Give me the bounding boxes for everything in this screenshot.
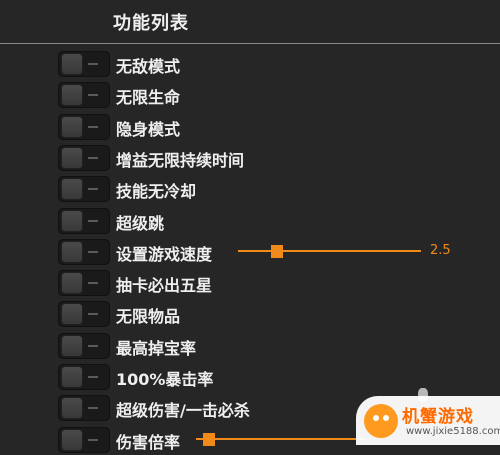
watermark-title: 机蟹游戏 <box>402 407 474 427</box>
feature-label: 设置游戏速度 <box>116 244 213 264</box>
feature-label: 超级伤害/一击必杀 <box>116 401 250 421</box>
feature-toggle[interactable] <box>58 426 110 453</box>
feature-row: 最高掉宝率 <box>0 330 500 361</box>
toggle-off-indicator-icon <box>88 438 98 441</box>
toggle-knob <box>62 147 82 168</box>
page-title: 功能列表 <box>113 13 189 34</box>
feature-toggle[interactable] <box>58 395 110 422</box>
toggle-off-indicator-icon <box>88 282 98 285</box>
feature-label: 最高掉宝率 <box>116 338 197 358</box>
toggle-off-indicator-icon <box>88 250 98 253</box>
toggle-knob <box>62 116 82 137</box>
toggle-knob <box>62 398 82 419</box>
toggle-knob <box>62 241 82 262</box>
toggle-off-indicator-icon <box>88 376 98 378</box>
feature-label: 100%暴击率 <box>116 370 214 389</box>
feature-label: 无限物品 <box>116 307 181 327</box>
header: 功能列表 <box>0 0 500 44</box>
feature-toggle[interactable] <box>58 51 110 77</box>
feature-label: 无限生命 <box>116 88 181 108</box>
crab-mascot-icon <box>364 404 398 438</box>
feature-label: 增益无限持续时间 <box>116 150 245 170</box>
toggle-knob <box>62 273 82 294</box>
toggle-off-indicator-icon <box>88 188 98 191</box>
feature-toggle[interactable] <box>58 364 110 390</box>
slider-thumb[interactable] <box>270 244 283 258</box>
toggle-knob <box>62 304 82 325</box>
watermark: 机蟹游戏 www.jixie5188.com <box>356 396 500 445</box>
toggle-off-indicator-icon <box>88 94 98 97</box>
feature-row: 抽卡必出五星 <box>0 267 500 298</box>
feature-row: 无限生命 <box>0 79 500 110</box>
feature-toggle[interactable] <box>58 207 110 234</box>
toggle-off-indicator-icon <box>88 156 98 159</box>
feature-row: 增益无限持续时间 <box>0 142 500 173</box>
toggle-off-indicator-icon <box>88 219 98 222</box>
toggle-knob <box>62 210 82 231</box>
slider-value: 2.5 <box>430 242 451 258</box>
toggle-knob <box>62 429 82 450</box>
feature-row: 设置游戏速度 2.5 <box>0 236 500 267</box>
toggle-knob <box>62 367 82 387</box>
feature-row: 无敌模式 <box>0 48 500 79</box>
toggle-off-indicator-icon <box>88 63 98 65</box>
feature-label: 伤害倍率 <box>116 432 181 452</box>
toggle-off-indicator-icon <box>88 125 98 128</box>
slider-thumb[interactable] <box>202 432 215 446</box>
toggle-knob <box>62 54 82 74</box>
toggle-knob <box>62 179 82 200</box>
feature-toggle[interactable] <box>58 332 110 359</box>
toggle-knob <box>62 335 82 356</box>
feature-toggle[interactable] <box>58 270 110 297</box>
feature-row: 无限物品 <box>0 298 500 329</box>
feature-label: 超级跳 <box>116 213 165 233</box>
toggle-off-indicator-icon <box>88 407 98 410</box>
feature-toggle[interactable] <box>58 301 110 328</box>
feature-label: 隐身模式 <box>116 119 181 139</box>
feature-toggle[interactable] <box>58 113 110 140</box>
header-divider <box>0 43 500 44</box>
watermark-url: www.jixie5188.com <box>406 426 500 437</box>
feature-label: 技能无冷却 <box>116 182 197 202</box>
feature-toggle[interactable] <box>58 176 110 203</box>
feature-toggle[interactable] <box>58 144 110 171</box>
toggle-off-indicator-icon <box>88 313 98 316</box>
toggle-off-indicator-icon <box>88 344 98 347</box>
toggle-knob <box>62 85 82 106</box>
feature-toggle[interactable] <box>58 238 110 265</box>
feature-row: 超级跳 <box>0 205 500 236</box>
feature-toggle[interactable] <box>58 82 110 109</box>
feature-row: 技能无冷却 <box>0 173 500 204</box>
feature-label: 抽卡必出五星 <box>116 276 213 296</box>
slider-track[interactable] <box>238 249 421 252</box>
feature-label: 无敌模式 <box>116 57 181 76</box>
slider-track[interactable] <box>196 437 366 440</box>
feature-row: 隐身模式 <box>0 111 500 142</box>
